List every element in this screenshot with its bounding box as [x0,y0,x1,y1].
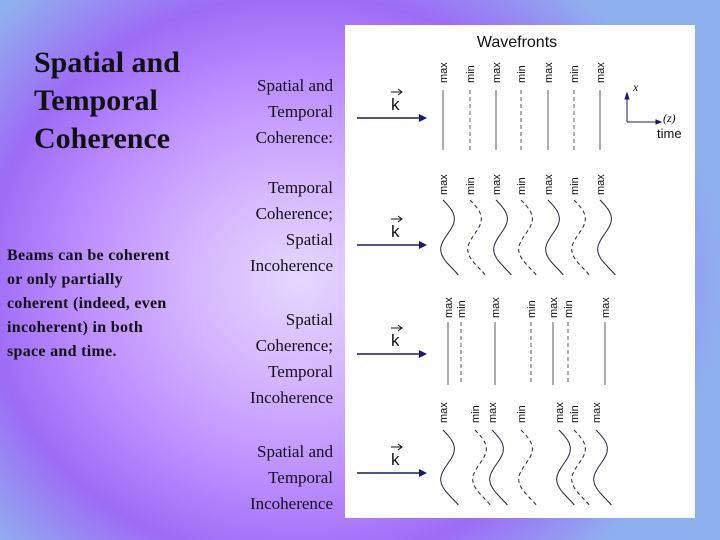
wavefront-label-min: min [526,300,538,318]
wavefront-max [440,199,459,276]
wavefront-label-min: min [569,405,581,423]
wavefront-label-max: max [491,62,503,83]
diagram-title: Wavefronts [477,34,557,51]
wavefront-label-min: min [470,405,482,423]
wavefront-max [593,429,612,506]
k-vector-label: k [391,450,400,469]
k-arrow-head [419,114,427,122]
axis-z-label: (z) [663,111,676,125]
wavefront-label-max: max [438,62,450,83]
wavefront-min [518,429,537,506]
wavefront-label-max: max [490,297,502,318]
axis-x-label: x [632,80,639,94]
wavefronts-diagram: Wavefronts x (z) time k max min max min max mi… [345,25,695,518]
wavefront-label-max: max [591,402,603,423]
axes-icon [624,91,663,125]
slide-title: Spatial and Temporal Coherence [34,44,180,158]
wavefront-label-max: max [600,297,612,318]
wavefront-label-max: max [543,174,555,195]
wavefront-max [556,429,575,506]
wavefront-min [571,429,590,506]
wavefront-label-min: min [563,300,575,318]
k-arrow-head [419,350,427,358]
wavefront-label-max: max [438,402,450,423]
wavefront-label-max: max [491,174,503,195]
wavefront-label-min: min [465,65,477,83]
wavefront-min [472,429,491,506]
wavefront-label-min: min [465,177,477,195]
row-label-2: Temporal Coherence; Spatial Incoherence [249,178,333,275]
wavefront-label-min: min [569,177,581,195]
wavefront-label-max: max [595,62,607,83]
wavefront-label-max: max [487,402,499,423]
wavefront-label-min: min [456,300,468,318]
k-vector-label: k [391,331,400,350]
wavefront-label-min: min [516,405,528,423]
row-label-1: Spatial and Temporal Coherence: [255,76,333,147]
wavefront-label-max: max [595,174,607,195]
wavefront-label-min: min [516,65,528,83]
wavefront-max [493,199,512,276]
wavefront-min [518,199,537,276]
slide-body-text: Beams can be coherent or only partially … [7,247,170,360]
wavefront-label-max: max [438,174,450,195]
wavefront-max [545,199,564,276]
wavefront-max [489,429,508,506]
wavefront-label-max: max [554,402,566,423]
wavefronts-svg: Wavefronts x (z) time kmax min max min max mi… [357,34,682,506]
k-arrow-head [419,241,427,249]
wavefront-max [597,199,616,276]
row-label-4: Spatial and Temporal Incoherence [249,442,333,513]
axis-time-label: time [657,126,682,141]
wavefront-label-max: max [443,297,455,318]
row-label-3: Spatial Coherence; Temporal Incoherence [249,310,333,407]
k-vector-label: k [391,95,400,114]
wavefront-max [440,429,459,506]
wavefront-label-min: min [516,177,528,195]
title-line: Spatial and [34,46,180,79]
wavefront-label-max: max [548,297,560,318]
k-vector-label: k [391,222,400,241]
title-line: Coherence [34,122,171,155]
wavefront-label-min: min [569,65,581,83]
wavefront-min [467,199,486,276]
title-line: Temporal [34,84,158,117]
wavefront-min [571,199,590,276]
k-arrow-head [419,469,427,477]
wavefront-label-max: max [543,62,555,83]
